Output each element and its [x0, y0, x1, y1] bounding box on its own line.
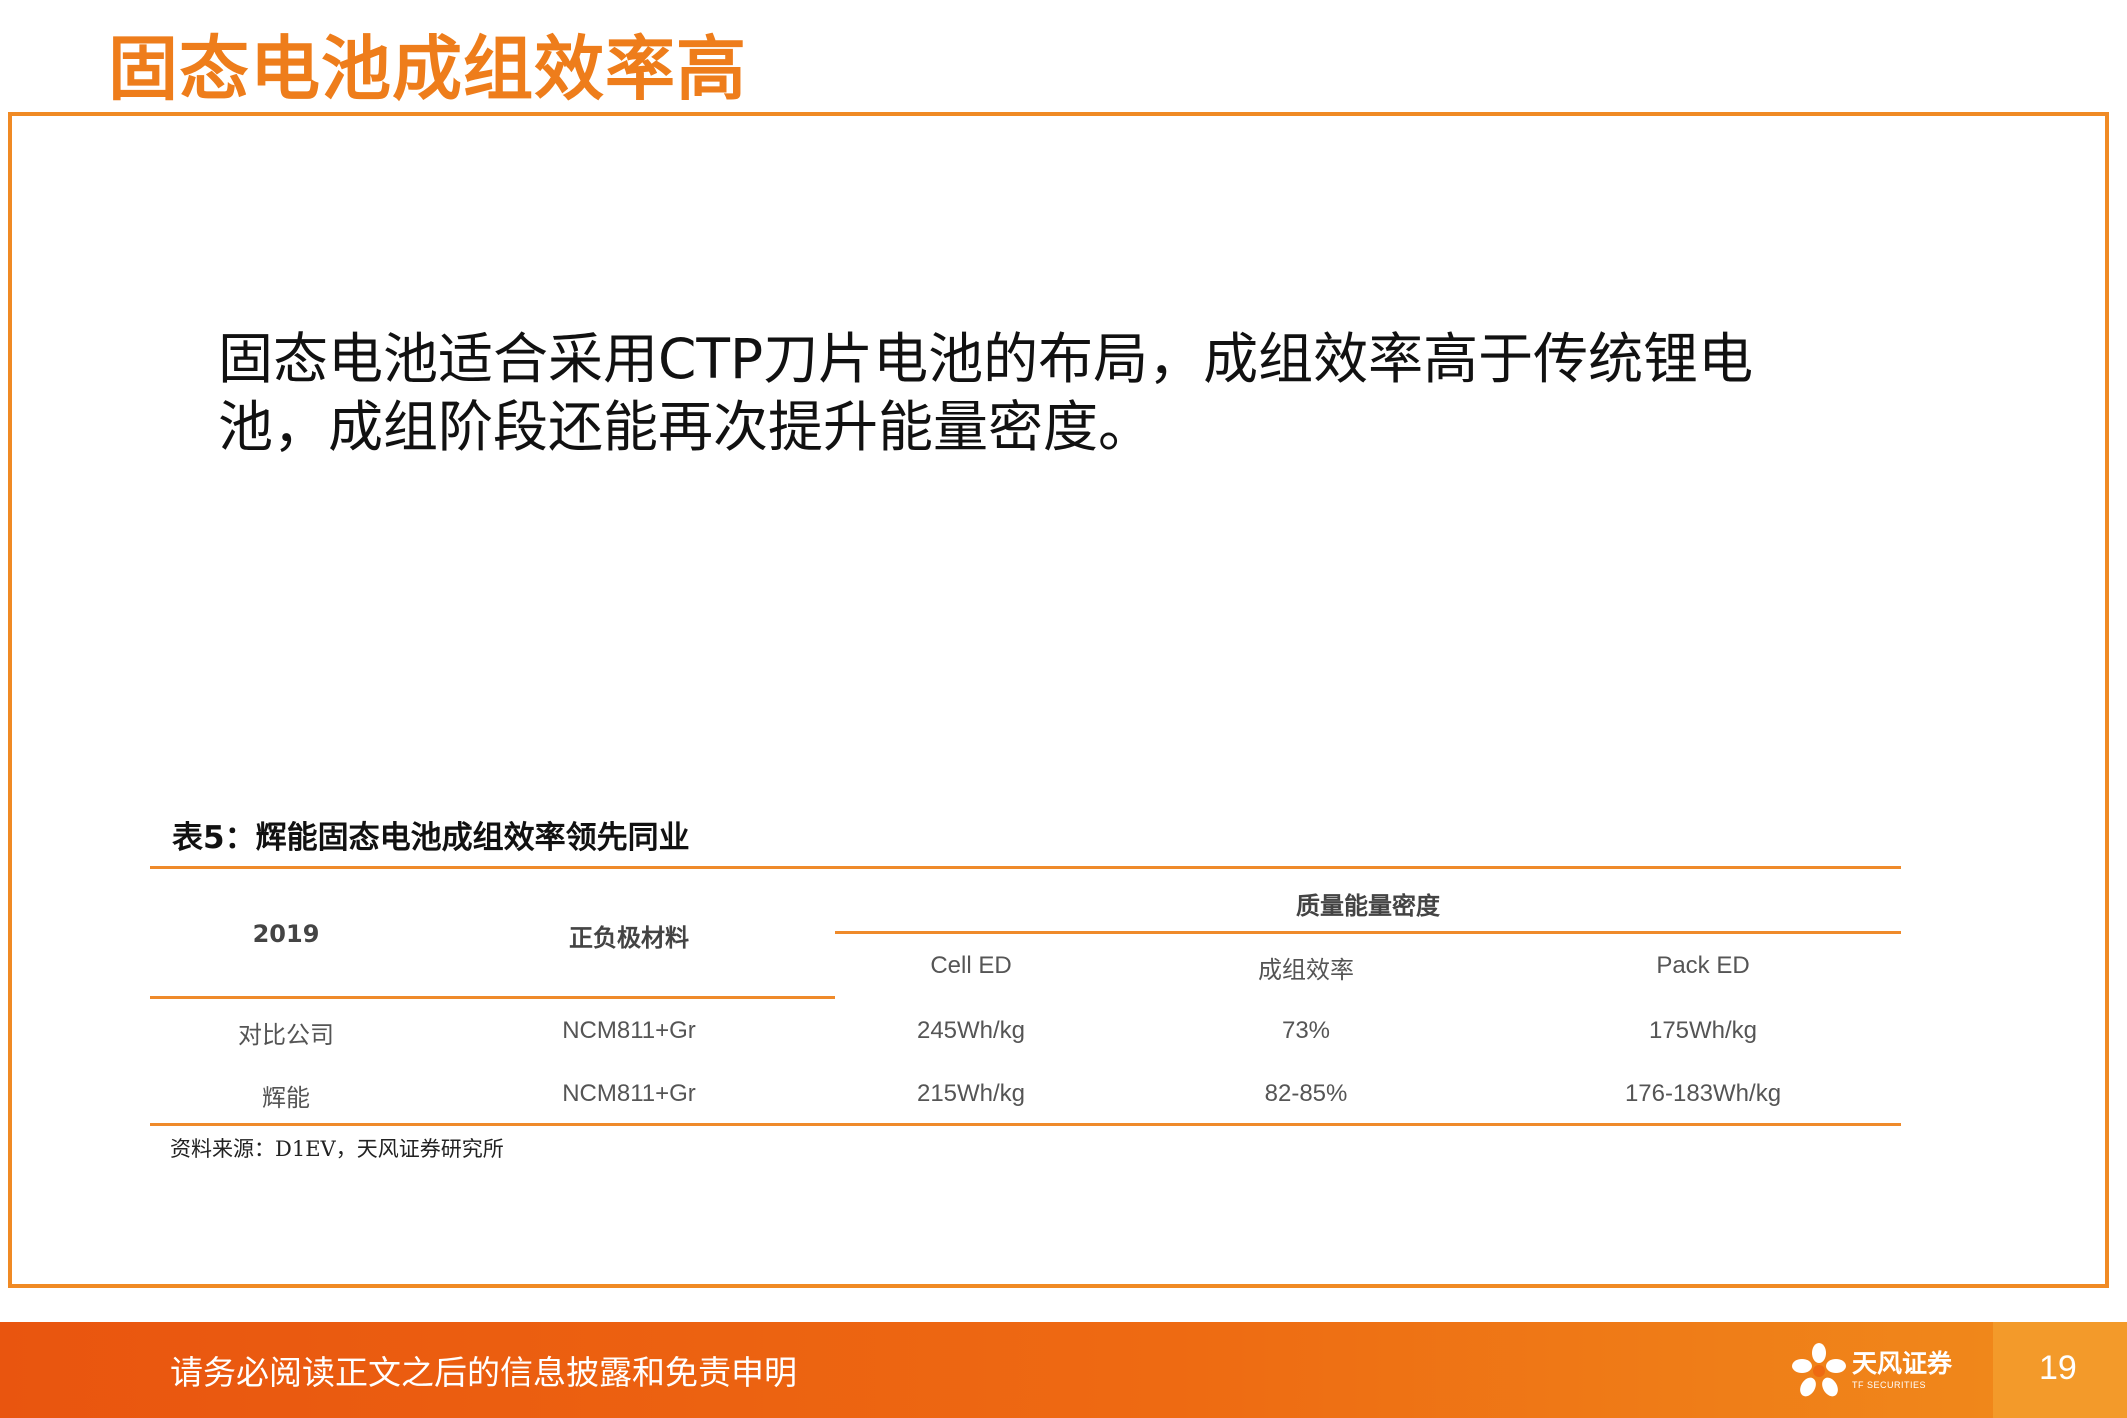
subheader-cell-ed: Cell ED	[930, 952, 1012, 979]
content-frame	[8, 112, 2109, 1288]
table-cell-pack-ed: 175Wh/kg	[1648, 1017, 1758, 1044]
header-year: 2019	[252, 920, 320, 948]
page-title: 固态电池成组效率高	[108, 28, 747, 110]
table-top-rule	[150, 866, 1901, 869]
page-number: 19	[2039, 1349, 2077, 1387]
table-cell-pack-ed: 176-183Wh/kg	[1624, 1080, 1782, 1107]
tf-securities-logo: 天风证券 TF SECURITIES	[1790, 1340, 1955, 1402]
table-cell-material: NCM811+Gr	[562, 1017, 696, 1044]
logo-subtitle: TF SECURITIES	[1852, 1380, 1927, 1390]
table-cell-company: 辉能	[262, 1084, 310, 1112]
table-cell-cell-ed: 215Wh/kg	[916, 1080, 1026, 1107]
header-bottom-rule	[150, 996, 835, 999]
body-text: 固态电池适合采用CTP刀片电池的布局，成组效率高于传统锂电池，成组阶段还能再次提…	[218, 327, 1754, 459]
subheader-pack-ed: Pack ED	[1656, 952, 1750, 979]
table-caption: 表5：辉能固态电池成组效率领先同业	[172, 820, 690, 856]
group-header-rule	[835, 931, 1901, 934]
table-cell-company: 对比公司	[238, 1021, 334, 1049]
table-cell-material: NCM811+Gr	[562, 1080, 696, 1107]
header-energy-density: 质量能量密度	[1296, 892, 1440, 920]
table-source: 资料来源：D1EV，天风证券研究所	[170, 1137, 504, 1161]
table-bottom-rule	[150, 1123, 1901, 1126]
subheader-efficiency: 成组效率	[1258, 956, 1354, 984]
table-cell-efficiency: 82-85%	[1264, 1080, 1348, 1107]
table-cell-efficiency: 73%	[1281, 1017, 1331, 1044]
flower-logo-icon	[1792, 1343, 1846, 1397]
table-cell-cell-ed: 245Wh/kg	[916, 1017, 1026, 1044]
header-material: 正负极材料	[569, 924, 689, 952]
logo-name: 天风证券	[1852, 1349, 1953, 1378]
footer-bar: 请务必阅读正文之后的信息披露和免责申明 天风证券 TF SECURITIES 1…	[0, 1322, 2127, 1418]
footer-disclaimer: 请务必阅读正文之后的信息披露和免责申明	[170, 1353, 797, 1392]
